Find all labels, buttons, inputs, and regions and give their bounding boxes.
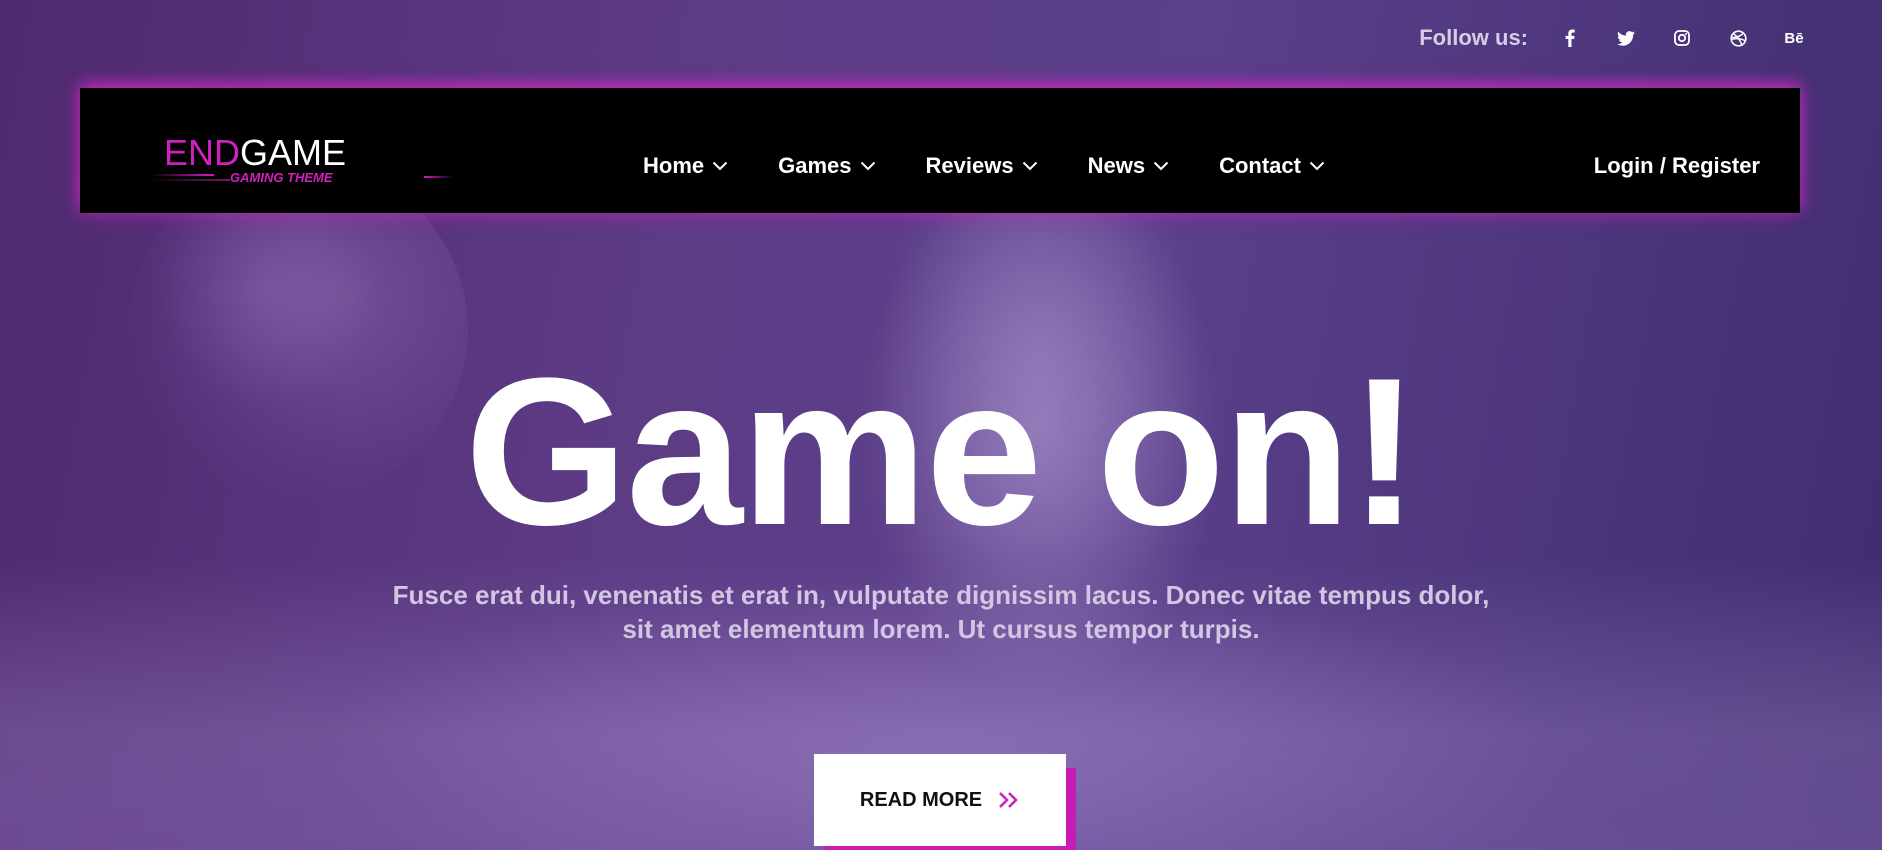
nav-item-label: News: [1087, 152, 1146, 178]
facebook-icon[interactable]: [1542, 20, 1598, 56]
hero-section: Follow us: Bē ENDGAME GAMING THEME Home: [0, 0, 1882, 850]
logo-speed-line: [150, 179, 230, 181]
nav-item-news[interactable]: News: [1088, 153, 1169, 179]
chevron-down-icon: [1022, 161, 1037, 170]
read-more-button-wrapper: READ MORE: [814, 754, 1076, 850]
chevron-down-icon: [860, 161, 875, 170]
site-logo[interactable]: ENDGAME GAMING THEME: [150, 135, 454, 186]
logo-wordmark: ENDGAME: [164, 135, 404, 171]
navbar: ENDGAME GAMING THEME Home Games Reviews …: [80, 88, 1800, 213]
logo-speed-line: [150, 174, 214, 176]
instagram-icon[interactable]: [1654, 20, 1710, 56]
follow-us-label: Follow us:: [1419, 25, 1528, 50]
behance-icon[interactable]: Bē: [1766, 20, 1822, 56]
nav-item-home[interactable]: Home: [643, 153, 728, 179]
logo-game-text: GAME: [240, 132, 347, 173]
hero-title: Game on!: [464, 334, 1419, 569]
main-menu: Home Games Reviews News Contact: [643, 103, 1375, 228]
logo-end-text: END: [164, 132, 241, 173]
double-chevron-right-icon: [999, 792, 1018, 808]
nav-item-games[interactable]: Games: [778, 153, 875, 179]
logo-speed-line: [424, 176, 454, 178]
nav-item-label: Games: [778, 152, 852, 178]
nav-item-reviews[interactable]: Reviews: [926, 153, 1038, 179]
dribbble-icon[interactable]: [1710, 20, 1766, 56]
twitter-icon[interactable]: [1598, 20, 1654, 56]
login-register-link[interactable]: Login / Register: [1594, 103, 1760, 228]
nav-item-label: Reviews: [925, 152, 1014, 178]
chevron-down-icon: [1309, 161, 1325, 170]
read-more-label: READ MORE: [859, 788, 983, 811]
social-bar: Follow us: Bē: [1419, 20, 1822, 56]
nav-item-label: Contact: [1219, 152, 1301, 178]
logo-subtitle: GAMING THEME: [230, 170, 333, 185]
nav-item-label: Home: [643, 152, 705, 178]
hero-description: Fusce erat dui, venenatis et erat in, vu…: [392, 580, 1490, 644]
chevron-down-icon: [712, 161, 728, 170]
chevron-down-icon: [1153, 161, 1169, 170]
nav-item-contact[interactable]: Contact: [1219, 153, 1325, 179]
read-more-button[interactable]: READ MORE: [814, 754, 1066, 846]
